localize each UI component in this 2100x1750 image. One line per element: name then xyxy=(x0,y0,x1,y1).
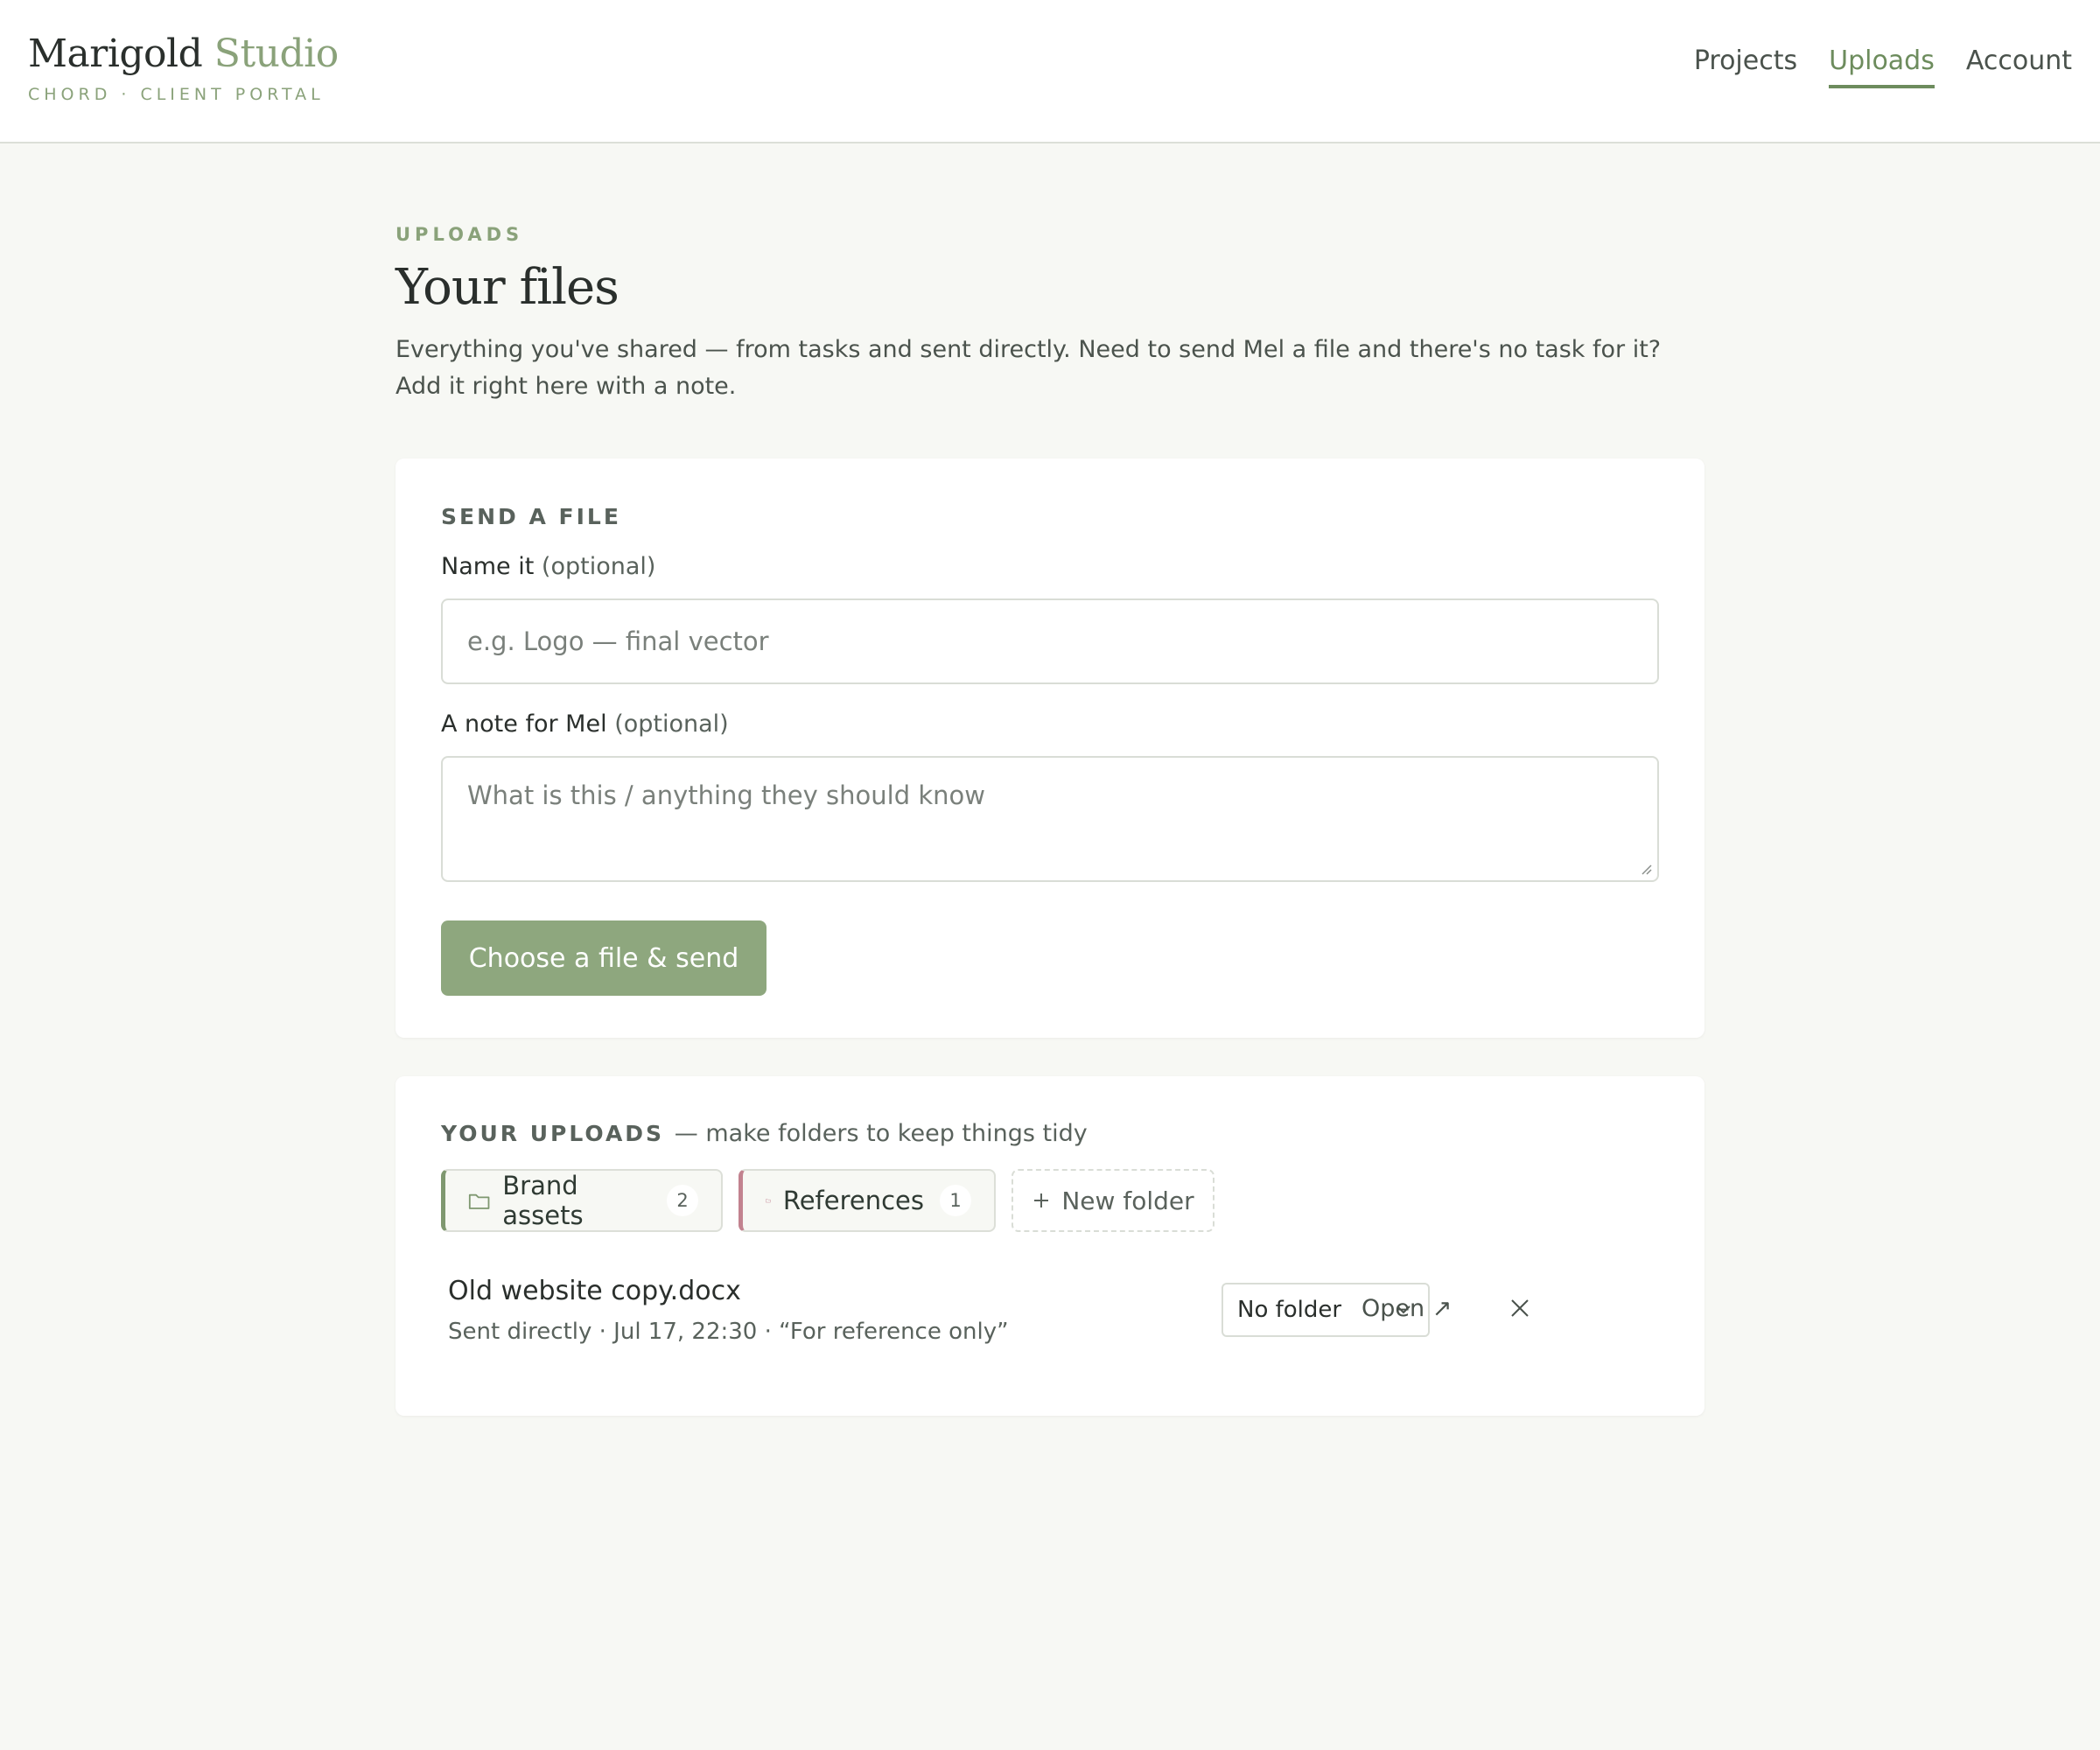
file-name-placeholder: e.g. Logo — final vector xyxy=(467,626,769,656)
uploads-hint: — make folders to keep things tidy xyxy=(674,1120,1088,1147)
top-bar: Marigold Studio CHORD · CLIENT PORTAL Pr… xyxy=(0,0,2100,144)
folder-icon xyxy=(468,1194,490,1209)
send-file-card: SEND A FILE Name it (optional) e.g. Logo… xyxy=(396,458,1704,1038)
folder-count: 2 xyxy=(667,1185,698,1216)
name-label: Name it (optional) xyxy=(441,553,656,580)
brand-name: Marigold Studio xyxy=(28,32,339,76)
note-label: A note for Mel (optional) xyxy=(441,710,729,738)
folder-label: References xyxy=(782,1186,924,1215)
page-title: Your files xyxy=(396,259,620,316)
folder-label: Brand assets xyxy=(502,1171,584,1230)
folder-brand-assets[interactable]: Brand assets 2 xyxy=(441,1169,723,1232)
nav-account[interactable]: Account xyxy=(1966,46,2072,88)
uploads-title: YOUR UPLOADS — make folders to keep thin… xyxy=(441,1120,1088,1147)
plus-icon xyxy=(1034,1194,1049,1208)
new-folder-label: New folder xyxy=(1061,1186,1194,1215)
note-textarea[interactable]: What is this / anything they should know xyxy=(441,756,1659,882)
choose-file-send-button[interactable]: Choose a file & send xyxy=(441,920,766,996)
name-optional: (optional) xyxy=(541,553,656,580)
folder-icon xyxy=(766,1199,771,1203)
file-name-input[interactable]: e.g. Logo — final vector xyxy=(441,598,1659,684)
main-nav: Projects Uploads Account xyxy=(1694,46,2072,88)
new-folder-button[interactable]: New folder xyxy=(1012,1169,1214,1232)
folder-select-value: No folder xyxy=(1237,1297,1342,1323)
nav-projects[interactable]: Projects xyxy=(1694,46,1797,88)
resize-handle-icon[interactable] xyxy=(1638,861,1652,875)
note-optional: (optional) xyxy=(614,710,729,738)
file-name: Old website copy.docx xyxy=(448,1276,741,1306)
page-header: UPLOADS Your files Everything you've sha… xyxy=(396,224,1704,405)
folder-references[interactable]: References 1 xyxy=(738,1169,996,1232)
brand[interactable]: Marigold Studio CHORD · CLIENT PORTAL xyxy=(28,32,339,104)
folder-list: Brand assets 2 References 1 New folder xyxy=(441,1169,1659,1232)
page-eyebrow: UPLOADS xyxy=(396,224,524,245)
open-file-link[interactable]: Open ↗ xyxy=(1362,1295,1452,1322)
file-row: Old website copy.docx Sent directly · Ju… xyxy=(448,1276,1659,1354)
page-description: Everything you've shared — from tasks an… xyxy=(396,336,1662,400)
close-icon[interactable] xyxy=(1508,1297,1531,1320)
nav-uploads[interactable]: Uploads xyxy=(1829,46,1935,88)
brand-name-accent: Studio xyxy=(214,32,339,76)
folder-count: 1 xyxy=(940,1185,971,1216)
send-file-title: SEND A FILE xyxy=(441,504,621,529)
file-meta: Sent directly · Jul 17, 22:30 · “For ref… xyxy=(448,1319,1009,1345)
brand-subtitle: CHORD · CLIENT PORTAL xyxy=(28,85,325,104)
note-placeholder: What is this / anything they should know xyxy=(467,780,985,810)
uploads-card: YOUR UPLOADS — make folders to keep thin… xyxy=(396,1076,1704,1416)
